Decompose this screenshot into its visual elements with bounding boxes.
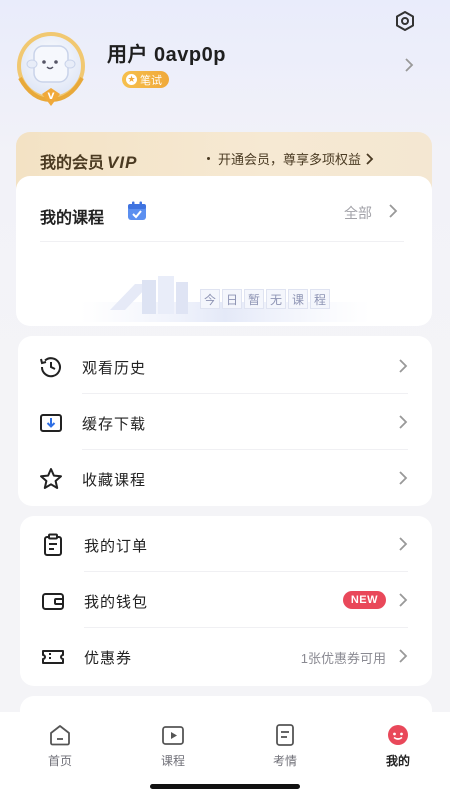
vip-word: VIP [107, 153, 138, 172]
empty-char: 今 [200, 289, 220, 309]
chevron-right-icon [399, 471, 408, 485]
vip-title: 我的会员 VIP [40, 149, 137, 173]
profile-chevron-right-icon[interactable] [404, 57, 414, 73]
empty-courses-text: 今 日 暂 无 课 程 [200, 289, 330, 309]
tab-label: 考情 [272, 754, 297, 768]
calendar-icon [128, 201, 146, 220]
empty-char: 课 [288, 289, 308, 309]
chevron-right-icon [399, 537, 408, 551]
all-courses-link[interactable]: 全部 [344, 203, 372, 223]
menu-item-label: 我的订单 [84, 538, 149, 555]
account-menu-card: 我的订单 我的钱包 NEW 优惠券 1张优惠券可用 [20, 516, 432, 686]
svg-text:V: V [48, 92, 55, 102]
clock-history-icon [40, 357, 61, 378]
tab-home[interactable]: 首页 [30, 722, 90, 769]
divider [40, 241, 404, 242]
settings-button[interactable] [392, 8, 418, 34]
chevron-right-icon [399, 359, 408, 373]
wallet-icon [42, 593, 64, 610]
empty-char: 程 [310, 289, 330, 309]
new-badge: NEW [342, 591, 386, 609]
chevron-right-icon [399, 593, 408, 607]
chevron-right-icon [366, 152, 374, 165]
menu-item-label: 收藏课程 [82, 472, 147, 489]
tab-exam-info[interactable]: 考情 [255, 722, 315, 769]
tab-label: 首页 [47, 754, 72, 768]
coupon-available-note: 1张优惠券可用 [300, 651, 386, 666]
profile-icon [388, 725, 408, 745]
my-courses-title: 我的课程 [40, 210, 105, 227]
menu-item-wallet[interactable]: 我的钱包 NEW [20, 572, 432, 628]
menu-item-coupons[interactable]: 优惠券 1张优惠券可用 [20, 628, 432, 684]
menu-item-label: 缓存下载 [82, 416, 147, 433]
star-icon [40, 468, 62, 489]
exam-badge: ★ 笔试 [122, 71, 169, 88]
vip-promo-text: 开通会员，尊享多项权益 [218, 152, 362, 167]
menu-item-orders[interactable]: 我的订单 [20, 516, 432, 572]
ticket-icon [42, 650, 64, 664]
badge-label: 笔试 [140, 74, 162, 87]
chevron-right-icon[interactable] [388, 203, 398, 219]
document-icon [276, 724, 294, 746]
play-icon [162, 726, 184, 745]
vip-title-label: 我的会员 [40, 155, 105, 172]
star-icon: ★ [126, 74, 137, 85]
tab-label: 我的 [385, 754, 410, 768]
empty-char: 无 [266, 289, 286, 309]
menu-item-favorites[interactable]: 收藏课程 [18, 450, 432, 506]
chevron-right-icon [399, 415, 408, 429]
username[interactable]: 用户 0avp0p [107, 38, 226, 67]
tab-label: 课程 [160, 754, 185, 768]
empty-char: 日 [222, 289, 242, 309]
bullet-dot [207, 157, 210, 160]
download-icon [40, 414, 62, 432]
home-icon [50, 725, 70, 746]
home-indicator [150, 784, 300, 789]
menu-item-label: 我的钱包 [84, 594, 149, 611]
menu-item-downloads[interactable]: 缓存下载 [18, 394, 432, 450]
tab-courses[interactable]: 课程 [143, 722, 203, 769]
settings-hex-icon [396, 11, 414, 31]
vip-promo[interactable]: 开通会员，尊享多项权益 [207, 149, 375, 168]
clipboard-icon [44, 533, 62, 556]
avatar[interactable]: V [10, 28, 92, 110]
empty-char: 暂 [244, 289, 264, 309]
tab-mine[interactable]: 我的 [368, 722, 428, 769]
media-menu-card: 观看历史 缓存下载 收藏课程 [18, 336, 432, 506]
menu-item-label: 观看历史 [82, 360, 147, 377]
menu-item-label: 优惠券 [84, 650, 133, 667]
menu-item-watch-history[interactable]: 观看历史 [18, 338, 432, 394]
chevron-right-icon [399, 649, 408, 663]
